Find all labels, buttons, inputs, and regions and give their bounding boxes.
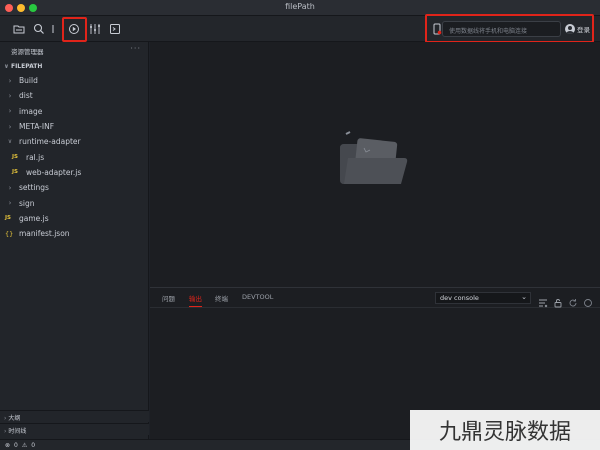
chevron-down-icon: ⌄ — [521, 293, 527, 301]
tree-item[interactable]: JS game.js — [0, 211, 149, 226]
js-file-icon: JS — [5, 215, 12, 222]
tree-item[interactable]: › Build — [0, 73, 149, 88]
terminal-icon — [110, 24, 120, 34]
login-button[interactable]: 登录 — [565, 22, 590, 36]
js-file-icon: JS — [12, 154, 19, 161]
editor-area — [150, 42, 600, 287]
chevron-right-icon: › — [8, 199, 12, 208]
chevron-right-icon: › — [8, 122, 12, 131]
watermark: 九鼎灵脉数据 — [410, 410, 600, 450]
warning-count: 0 — [31, 441, 36, 449]
outline-section[interactable]: › 大纲 — [0, 410, 149, 422]
tree-item-label: Build — [19, 76, 38, 86]
chevron-down-icon: ∨ — [4, 63, 9, 70]
tree-item-label: manifest.json — [19, 229, 70, 239]
js-file-icon: JS — [12, 169, 19, 176]
device-connect-hint[interactable]: 使用数据线将手机和电脑连接 — [442, 21, 561, 37]
tree-item[interactable]: JS web-adapter.js — [0, 165, 149, 180]
timeline-section[interactable]: › 时间线 — [0, 423, 149, 435]
tree-item-label: settings — [19, 183, 49, 193]
warning-icon[interactable]: ⚠ — [22, 442, 27, 449]
tree-item-label: image — [19, 106, 43, 116]
error-count: 0 — [14, 441, 18, 449]
clear-output-button[interactable] — [538, 293, 548, 308]
list-filter-icon — [539, 299, 548, 308]
branch-icon — [52, 25, 54, 33]
run-button-highlight — [62, 17, 87, 42]
output-channel-select[interactable]: dev console ⌄ — [435, 292, 531, 304]
timeline-label: 时间线 — [8, 428, 27, 435]
project-root[interactable]: ∨ FILEPATH — [0, 60, 149, 74]
explorer-header: 资源管理器 ··· — [0, 42, 149, 58]
empty-folder-icon — [340, 131, 408, 184]
tree-item-label: web-adapter.js — [26, 167, 82, 177]
tree-item[interactable]: {} manifest.json — [0, 226, 149, 241]
refresh-icon — [569, 299, 577, 307]
window-title: filePath — [285, 2, 315, 11]
tree-item[interactable]: › sign — [0, 195, 149, 210]
error-icon[interactable]: ⊗ — [5, 442, 10, 449]
sliders-icon — [90, 24, 100, 34]
terminal-button[interactable] — [106, 20, 124, 38]
chevron-down-icon: ∨ — [7, 138, 13, 146]
explorer-sidebar: 资源管理器 ··· ∨ FILEPATH › Build › dist › image › M… — [0, 42, 149, 439]
search-button[interactable] — [30, 20, 48, 38]
source-control-button[interactable] — [48, 20, 58, 38]
tab-devtool[interactable]: DEVTOOL — [242, 293, 273, 301]
more-icon — [584, 299, 592, 307]
open-folder-button[interactable] — [10, 20, 28, 38]
lock-icon — [554, 299, 562, 308]
chevron-right-icon: › — [4, 415, 7, 422]
output-channel-value: dev console — [440, 294, 479, 302]
tree-item-label: dist — [19, 91, 33, 101]
tree-item-label: META-INF — [19, 122, 55, 132]
project-root-label: FILEPATH — [10, 63, 43, 70]
chevron-right-icon: › — [8, 91, 12, 100]
more-actions-icon[interactable]: ··· — [130, 44, 141, 53]
chevron-right-icon: › — [8, 107, 12, 116]
tree-item[interactable]: › dist — [0, 88, 149, 103]
tree-item[interactable]: › settings — [0, 180, 149, 195]
tree-item[interactable]: ∨ runtime-adapter — [0, 134, 149, 149]
user-avatar-icon — [565, 24, 575, 34]
settings-sliders-button[interactable] — [86, 20, 104, 38]
tree-item[interactable]: › META-INF — [0, 119, 149, 134]
json-file-icon: {} — [5, 229, 14, 238]
file-tree: › Build › dist › image › META-INF ∨ runtime-adapt… — [0, 73, 149, 241]
explorer-title: 资源管理器 — [11, 48, 44, 56]
ide-window: filePath 使用数据线将手机和电脑连接 登录 资源管理器 ··· ∨ FI… — [0, 0, 600, 450]
search-icon — [33, 23, 44, 34]
tree-item[interactable]: › image — [0, 104, 149, 119]
chevron-right-icon: › — [4, 428, 7, 435]
tab-output[interactable]: 输出 — [189, 293, 202, 307]
tree-item-label: ral.js — [26, 152, 45, 162]
chevron-right-icon: › — [8, 183, 12, 192]
outline-label: 大纲 — [8, 415, 21, 422]
refresh-button[interactable] — [568, 293, 578, 307]
tree-item-label: sign — [19, 198, 35, 208]
panel-tabs: 问题 输出 终端 DEVTOOL dev console ⌄ — [150, 288, 600, 308]
tree-item[interactable]: JS ral.js — [0, 149, 149, 164]
close-panel-button[interactable] — [583, 293, 593, 307]
tab-terminal[interactable]: 终端 — [215, 293, 228, 303]
chevron-right-icon: › — [8, 76, 12, 85]
lock-scroll-button[interactable] — [553, 293, 563, 308]
tab-problems[interactable]: 问题 — [162, 293, 175, 303]
folder-icon — [13, 25, 25, 34]
tree-item-label: runtime-adapter — [19, 137, 81, 147]
login-label: 登录 — [577, 26, 590, 34]
tree-item-label: game.js — [19, 213, 49, 223]
